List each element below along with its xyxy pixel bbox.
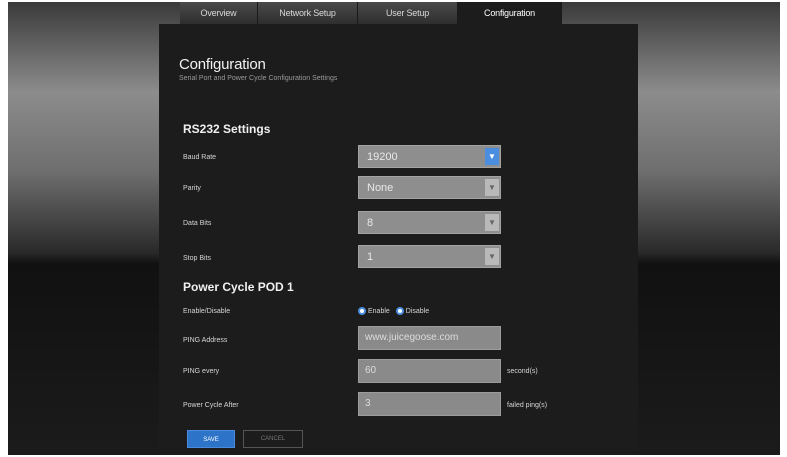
page-subtitle: Serial Port and Power Cycle Configuratio… — [179, 75, 338, 82]
save-button[interactable]: SAVE — [187, 430, 235, 448]
parity-select[interactable]: None ▼ — [358, 176, 501, 199]
tab-configuration[interactable]: Configuration — [458, 2, 562, 24]
enable-radio-group: Enable Disable — [358, 307, 435, 315]
ping-every-suffix: second(s) — [507, 368, 538, 375]
rs232-section-title: RS232 Settings — [183, 122, 271, 136]
disable-radio[interactable] — [395, 307, 404, 315]
baud-rate-select[interactable]: 19200 ▼ — [358, 145, 501, 168]
data-bits-value: 8 — [367, 217, 374, 229]
ping-address-label: PING Address — [183, 337, 228, 344]
data-bits-label: Data Bits — [183, 220, 212, 227]
baud-rate-label: Baud Rate — [183, 154, 217, 161]
screen: Overview Network Setup User Setup Config… — [8, 2, 780, 455]
power-cycle-section-title: Power Cycle POD 1 — [183, 280, 294, 294]
tab-bar: Overview Network Setup User Setup Config… — [180, 2, 562, 24]
enable-radio[interactable] — [358, 307, 366, 315]
cancel-button[interactable]: CANCEL — [243, 430, 303, 448]
page-title: Configuration — [179, 56, 266, 73]
chevron-down-icon[interactable]: ▼ — [485, 148, 499, 165]
stop-bits-label: Stop Bits — [183, 255, 212, 262]
parity-value: None — [367, 182, 394, 194]
power-cycle-after-input[interactable]: 3 — [358, 392, 501, 416]
data-bits-select[interactable]: 8 ▼ — [358, 211, 501, 234]
ping-every-label: PING every — [183, 368, 220, 375]
disable-radio-label[interactable]: Disable — [406, 308, 429, 315]
chevron-down-icon[interactable]: ▼ — [485, 214, 499, 231]
stop-bits-value: 1 — [367, 251, 374, 263]
configuration-panel: Configuration Serial Port and Power Cycl… — [159, 24, 638, 455]
stop-bits-select[interactable]: 1 ▼ — [358, 245, 501, 268]
enable-radio-label[interactable]: Enable — [368, 308, 390, 315]
chevron-down-icon[interactable]: ▼ — [485, 248, 499, 265]
parity-label: Parity — [183, 185, 201, 192]
power-cycle-after-suffix: failed ping(s) — [507, 402, 548, 409]
tab-user-setup[interactable]: User Setup — [358, 2, 458, 24]
ping-address-input[interactable]: www.juicegoose.com — [358, 326, 501, 350]
baud-rate-value: 19200 — [367, 151, 398, 163]
enable-disable-label: Enable/Disable — [183, 308, 231, 315]
tab-network-setup[interactable]: Network Setup — [258, 2, 358, 24]
chevron-down-icon[interactable]: ▼ — [485, 179, 499, 196]
ping-every-input[interactable]: 60 — [358, 359, 501, 383]
tab-overview[interactable]: Overview — [180, 2, 258, 24]
power-cycle-after-label: Power Cycle After — [183, 402, 239, 409]
